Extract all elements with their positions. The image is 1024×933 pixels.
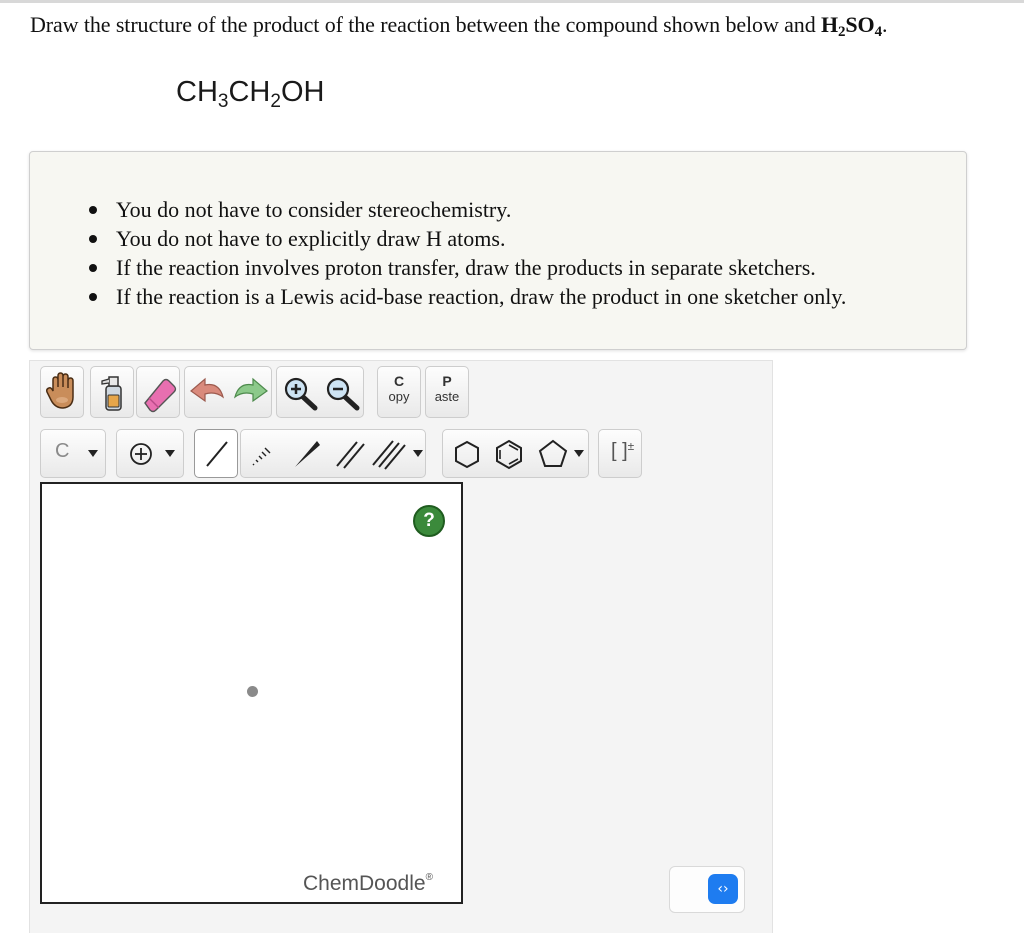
question-prompt: Draw the structure of the product of the… xyxy=(30,12,821,37)
reagent-h: H xyxy=(821,12,839,37)
drawing-canvas[interactable]: ? ChemDoodle® xyxy=(40,482,463,904)
bracket-sup: ± xyxy=(627,439,635,453)
copy-label-big: C xyxy=(393,373,405,389)
copy-button[interactable]: C opy xyxy=(377,366,421,418)
zoom-group xyxy=(276,366,364,418)
charge-bracket-button[interactable]: [ ]± xyxy=(598,429,642,478)
chevron-down-icon xyxy=(574,450,584,457)
instruction-item: If the reaction involves proton transfer… xyxy=(88,253,846,282)
formula-part-3: OH xyxy=(280,76,325,108)
question-text: Draw the structure of the product of the… xyxy=(30,12,888,40)
chevron-down-icon xyxy=(165,450,175,457)
instructions-box: You do not have to consider stereochemis… xyxy=(29,151,967,350)
reagent-formula: H2SO4 xyxy=(821,12,883,40)
eraser-icon xyxy=(144,378,177,413)
compound-formula: CH3CH2OH xyxy=(176,76,325,112)
undo-redo-group xyxy=(184,366,272,418)
paste-label-small: aste xyxy=(434,389,460,404)
canvas-cursor-dot xyxy=(247,686,258,697)
brand-mark: ® xyxy=(425,872,433,883)
bond-type-group xyxy=(240,429,426,478)
wedge-bond-icon[interactable] xyxy=(285,430,329,479)
copy-label-small: opy xyxy=(388,389,410,404)
ring-template-group xyxy=(442,429,589,478)
instruction-item: If the reaction is a Lewis acid-base rea… xyxy=(88,282,846,311)
triple-bond-icon[interactable] xyxy=(369,430,413,479)
brand-text: ChemDoodle xyxy=(303,872,426,895)
eraser-button[interactable] xyxy=(136,366,180,418)
instruction-item: You do not have to explicitly draw H ato… xyxy=(88,224,846,253)
reagent-so: SO xyxy=(845,12,875,37)
zoom-out-icon[interactable] xyxy=(321,367,365,419)
bracket-text: [ ] xyxy=(611,440,628,462)
charge-selector-button[interactable] xyxy=(116,429,184,478)
charge-bracket-label: [ ]± xyxy=(611,439,634,463)
element-selector-button[interactable]: C xyxy=(40,429,106,478)
reagent-o-sub: 4 xyxy=(874,24,883,40)
formula-sub-2: 2 xyxy=(270,91,281,112)
element-label: C xyxy=(55,440,70,462)
single-bond-button[interactable] xyxy=(194,429,238,478)
hashed-bond-icon[interactable] xyxy=(241,430,285,479)
double-bond-icon[interactable] xyxy=(329,430,373,479)
help-button[interactable]: ? xyxy=(413,505,445,537)
chevron-down-icon xyxy=(413,450,423,457)
question-period: . xyxy=(881,12,888,37)
paste-label-big: P xyxy=(442,373,452,389)
benzene-icon[interactable] xyxy=(487,430,531,479)
single-bond-icon xyxy=(206,441,228,467)
resize-handle-icon[interactable]: ‹› xyxy=(708,874,738,904)
redo-icon[interactable] xyxy=(229,367,273,419)
undo-icon[interactable] xyxy=(185,367,229,419)
resize-control[interactable]: ‹› xyxy=(669,866,745,913)
formula-sub-1: 3 xyxy=(217,91,229,112)
spray-bottle-icon xyxy=(101,376,122,411)
chemdoodle-brand: ChemDoodle® xyxy=(303,872,433,896)
hand-icon xyxy=(46,372,74,409)
instruction-item: You do not have to consider stereochemis… xyxy=(88,195,846,224)
formula-part-1: CH xyxy=(176,76,218,108)
zoom-in-icon[interactable] xyxy=(279,367,323,419)
chevron-down-icon xyxy=(88,450,98,457)
paste-button[interactable]: P aste xyxy=(425,366,469,418)
formula-part-2: CH xyxy=(228,76,271,108)
cyclohexane-icon[interactable] xyxy=(445,430,489,479)
lasso-hand-button[interactable] xyxy=(40,366,84,418)
instructions-list: You do not have to consider stereochemis… xyxy=(88,195,846,311)
charge-plus-icon xyxy=(130,443,152,465)
cyclopentane-icon[interactable] xyxy=(531,430,575,479)
clear-canvas-button[interactable] xyxy=(90,366,134,418)
top-rule xyxy=(0,0,1024,3)
